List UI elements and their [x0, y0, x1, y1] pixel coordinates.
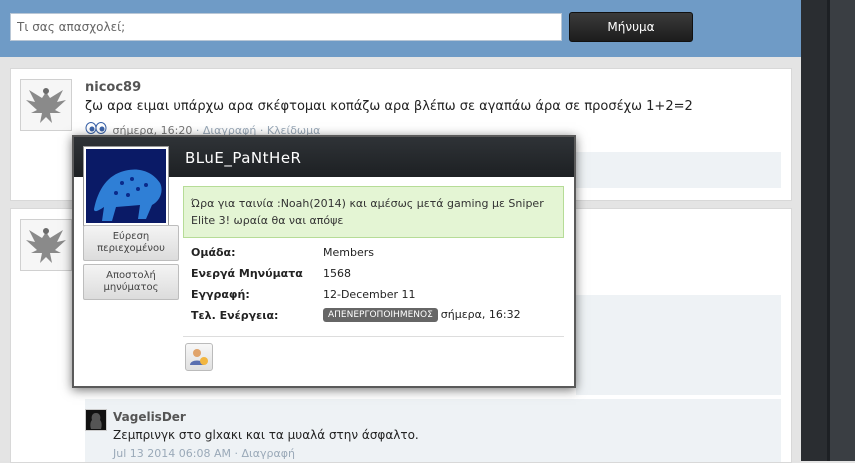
group-label: Ομάδα: — [191, 246, 236, 259]
posts-count-label: Ενεργά Μηνύματα — [191, 267, 303, 280]
divider — [183, 336, 564, 337]
last-active-label: Τελ. Ενέργεια: — [191, 309, 279, 322]
comment-time: Jul 13 2014 06:08 AM — [113, 447, 231, 460]
eagle-emblem-icon — [26, 228, 66, 263]
comment-avatar[interactable] — [85, 409, 107, 431]
eagle-emblem-icon — [26, 88, 66, 123]
avatar[interactable] — [20, 219, 72, 271]
posts-count-value: 1568 — [323, 267, 351, 280]
post-username[interactable]: nicoc89 — [85, 80, 141, 95]
comment-meta: Jul 13 2014 06:08 AM · Διαγραφή — [113, 447, 295, 460]
hovercard-status: Ώρα για ταινία :Noah(2014) και αμέσως με… — [183, 186, 564, 238]
comment-delete-link[interactable]: Διαγραφή — [241, 447, 294, 460]
group-value: Members — [323, 246, 374, 259]
offline-badge: ΑΠΕΝΕΡΓΟΠΟΙΗΜΕΝΟΣ — [323, 308, 438, 322]
joined-value: 12-December 11 — [323, 288, 416, 301]
figure-avatar-icon — [90, 413, 102, 429]
find-content-button[interactable]: Εύρεση περιεχομένου — [83, 225, 179, 261]
user-hovercard: BLuE_PaNtHeR Εύρεση περιεχομένου Αποστολ… — [72, 135, 576, 388]
comment-text: Ζεμπρινγκ στο glxακι και τα μυαλά στην ά… — [113, 428, 419, 442]
post-text: ζω αρα ειμαι υπάρχω αρα σκέφτομαι κοπάζω… — [85, 99, 693, 114]
status-update-bar: Μήνυμα — [0, 0, 801, 57]
avatar[interactable] — [20, 79, 72, 131]
joined-label: Εγγραφή: — [191, 288, 250, 301]
comment-area — [576, 295, 781, 395]
status-input[interactable] — [10, 13, 562, 41]
last-active-value: ΑΠΕΝΕΡΓΟΠΟΙΗΜΕΝΟΣ σήμερα, 16:32 — [323, 308, 521, 322]
user-profile-icon — [190, 349, 208, 365]
post-status-button[interactable]: Μήνυμα — [569, 12, 693, 42]
right-sidebar — [801, 0, 855, 461]
hovercard-avatar[interactable] — [84, 147, 168, 225]
comment-username[interactable]: VagelisDer — [113, 410, 186, 424]
panther-photo-icon — [86, 149, 166, 223]
view-profile-button[interactable] — [185, 343, 213, 371]
send-message-button[interactable]: Αποστολή μηνύματος — [83, 264, 179, 300]
hovercard-username[interactable]: BLuE_PaNtHeR — [185, 149, 301, 167]
last-active-time: σήμερα, 16:32 — [440, 308, 521, 321]
